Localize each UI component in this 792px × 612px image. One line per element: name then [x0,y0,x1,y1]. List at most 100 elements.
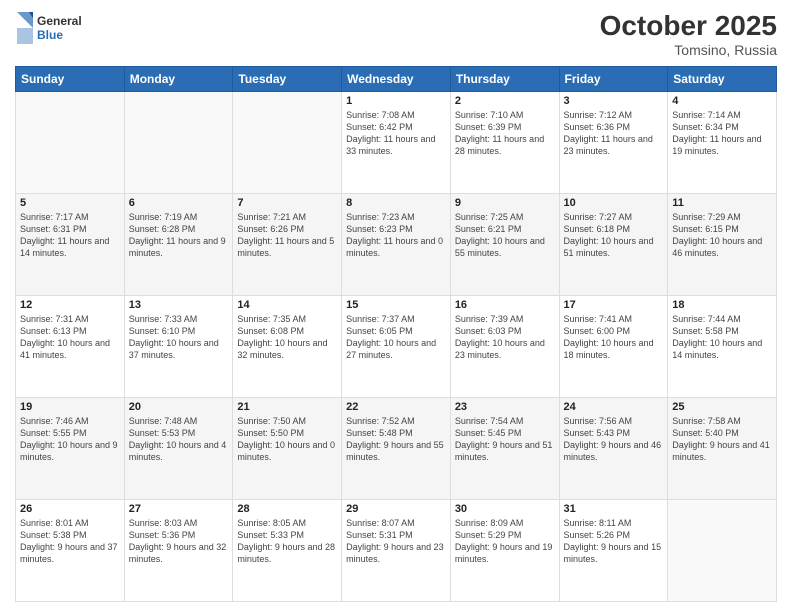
calendar-week-row: 12 Sunrise: 7:31 AM Sunset: 6:13 PM Dayli… [16,296,777,398]
table-row: 25 Sunrise: 7:58 AM Sunset: 5:40 PM Dayli… [668,398,777,500]
table-row: 5 Sunrise: 7:17 AM Sunset: 6:31 PM Daylig… [16,194,125,296]
day-number: 30 [455,503,555,515]
day-number: 27 [129,503,229,515]
calendar-week-row: 19 Sunrise: 7:46 AM Sunset: 5:55 PM Dayli… [16,398,777,500]
table-row: 31 Sunrise: 8:11 AM Sunset: 5:26 PM Dayli… [559,500,668,602]
table-row [668,500,777,602]
table-row [124,92,233,194]
day-info: Sunrise: 7:50 AM Sunset: 5:50 PM Dayligh… [237,415,337,464]
title-location: Tomsino, Russia [600,42,777,58]
day-info: Sunrise: 7:44 AM Sunset: 5:58 PM Dayligh… [672,313,772,362]
day-number: 13 [129,299,229,311]
table-row: 17Sunrise: 7:41 AM Sunset: 6:00 PM Dayli… [559,296,668,398]
day-info: Sunrise: 7:58 AM Sunset: 5:40 PM Dayligh… [672,415,772,464]
day-number: 20 [129,401,229,413]
day-number: 31 [564,503,664,515]
day-number: 21 [237,401,337,413]
day-info: Sunrise: 7:56 AM Sunset: 5:43 PM Dayligh… [564,415,664,464]
day-info: Sunrise: 7:25 AM Sunset: 6:21 PM Dayligh… [455,211,555,260]
day-number: 3 [564,95,664,107]
day-info: Sunrise: 7:37 AM Sunset: 6:05 PM Dayligh… [346,313,446,362]
day-info: Sunrise: 8:11 AM Sunset: 5:26 PM Dayligh… [564,517,664,566]
day-number: 4 [672,95,772,107]
day-info: Sunrise: 7:39 AM Sunset: 6:03 PM Dayligh… [455,313,555,362]
day-number: 11 [672,197,772,209]
table-row: 10 Sunrise: 7:27 AM Sunset: 6:18 PM Dayli… [559,194,668,296]
day-info: Sunrise: 7:46 AM Sunset: 5:55 PM Dayligh… [20,415,120,464]
day-info: Sunrise: 7:33 AM Sunset: 6:10 PM Dayligh… [129,313,229,362]
day-number: 15 [346,299,446,311]
table-row: 14Sunrise: 7:35 AM Sunset: 6:08 PM Dayli… [233,296,342,398]
day-number: 26 [20,503,120,515]
day-number: 23 [455,401,555,413]
day-info: Sunrise: 7:12 AM Sunset: 6:36 PM Dayligh… [564,109,664,158]
day-number: 12 [20,299,120,311]
table-row: 18 Sunrise: 7:44 AM Sunset: 5:58 PM Dayli… [668,296,777,398]
table-row: 3 Sunrise: 7:12 AM Sunset: 6:36 PM Daylig… [559,92,668,194]
table-row: 27 Sunrise: 8:03 AM Sunset: 5:36 PM Dayli… [124,500,233,602]
calendar-week-row: 26 Sunrise: 8:01 AM Sunset: 5:38 PM Dayli… [16,500,777,602]
table-row: 1 Sunrise: 7:08 AM Sunset: 6:42 PM Daylig… [342,92,451,194]
table-row: 30 Sunrise: 8:09 AM Sunset: 5:29 PM Dayli… [450,500,559,602]
day-info: Sunrise: 7:52 AM Sunset: 5:48 PM Dayligh… [346,415,446,464]
title-block: October 2025 Tomsino, Russia [600,10,777,58]
table-row [16,92,125,194]
day-info: Sunrise: 7:21 AM Sunset: 6:26 PM Dayligh… [237,211,337,260]
day-number: 8 [346,197,446,209]
day-info: Sunrise: 8:01 AM Sunset: 5:38 PM Dayligh… [20,517,120,566]
day-info: Sunrise: 7:54 AM Sunset: 5:45 PM Dayligh… [455,415,555,464]
day-info: Sunrise: 7:14 AM Sunset: 6:34 PM Dayligh… [672,109,772,158]
day-info: Sunrise: 7:10 AM Sunset: 6:39 PM Dayligh… [455,109,555,158]
day-info: Sunrise: 7:41 AM Sunset: 6:00 PM Dayligh… [564,313,664,362]
calendar-week-row: 5 Sunrise: 7:17 AM Sunset: 6:31 PM Daylig… [16,194,777,296]
header-saturday: Saturday [668,67,777,92]
calendar-table: Sunday Monday Tuesday Wednesday Thursday… [15,66,777,602]
table-row: 22 Sunrise: 7:52 AM Sunset: 5:48 PM Dayli… [342,398,451,500]
table-row: 28 Sunrise: 8:05 AM Sunset: 5:33 PM Dayli… [233,500,342,602]
day-info: Sunrise: 8:05 AM Sunset: 5:33 PM Dayligh… [237,517,337,566]
header-thursday: Thursday [450,67,559,92]
day-number: 22 [346,401,446,413]
weekday-header-row: Sunday Monday Tuesday Wednesday Thursday… [16,67,777,92]
day-number: 25 [672,401,772,413]
table-row: 15 Sunrise: 7:37 AM Sunset: 6:05 PM Dayli… [342,296,451,398]
svg-text:Blue: Blue [37,28,63,42]
header: General Blue October 2025 Tomsino, Russi… [15,10,777,58]
day-info: Sunrise: 7:19 AM Sunset: 6:28 PM Dayligh… [129,211,229,260]
day-number: 16 [455,299,555,311]
day-number: 14 [237,299,337,311]
day-info: Sunrise: 7:17 AM Sunset: 6:31 PM Dayligh… [20,211,120,260]
table-row: 6Sunrise: 7:19 AM Sunset: 6:28 PM Daylig… [124,194,233,296]
day-info: Sunrise: 7:29 AM Sunset: 6:15 PM Dayligh… [672,211,772,260]
day-number: 18 [672,299,772,311]
day-number: 29 [346,503,446,515]
table-row: 13 Sunrise: 7:33 AM Sunset: 6:10 PM Dayli… [124,296,233,398]
header-sunday: Sunday [16,67,125,92]
day-info: Sunrise: 7:27 AM Sunset: 6:18 PM Dayligh… [564,211,664,260]
day-info: Sunrise: 7:31 AM Sunset: 6:13 PM Dayligh… [20,313,120,362]
day-info: Sunrise: 7:23 AM Sunset: 6:23 PM Dayligh… [346,211,446,260]
day-number: 9 [455,197,555,209]
table-row: 2 Sunrise: 7:10 AM Sunset: 6:39 PM Daylig… [450,92,559,194]
table-row: 20Sunrise: 7:48 AM Sunset: 5:53 PM Dayli… [124,398,233,500]
header-friday: Friday [559,67,668,92]
day-number: 19 [20,401,120,413]
day-number: 2 [455,95,555,107]
table-row: 8 Sunrise: 7:23 AM Sunset: 6:23 PM Daylig… [342,194,451,296]
table-row: 11 Sunrise: 7:29 AM Sunset: 6:15 PM Dayli… [668,194,777,296]
day-number: 1 [346,95,446,107]
table-row: 9 Sunrise: 7:25 AM Sunset: 6:21 PM Daylig… [450,194,559,296]
table-row: 26 Sunrise: 8:01 AM Sunset: 5:38 PM Dayli… [16,500,125,602]
logo-svg: General Blue [15,10,95,46]
day-info: Sunrise: 7:08 AM Sunset: 6:42 PM Dayligh… [346,109,446,158]
day-number: 5 [20,197,120,209]
day-number: 10 [564,197,664,209]
day-info: Sunrise: 8:07 AM Sunset: 5:31 PM Dayligh… [346,517,446,566]
table-row [233,92,342,194]
day-number: 24 [564,401,664,413]
day-info: Sunrise: 8:03 AM Sunset: 5:36 PM Dayligh… [129,517,229,566]
day-info: Sunrise: 8:09 AM Sunset: 5:29 PM Dayligh… [455,517,555,566]
calendar-week-row: 1 Sunrise: 7:08 AM Sunset: 6:42 PM Daylig… [16,92,777,194]
table-row: 23 Sunrise: 7:54 AM Sunset: 5:45 PM Dayli… [450,398,559,500]
day-number: 28 [237,503,337,515]
